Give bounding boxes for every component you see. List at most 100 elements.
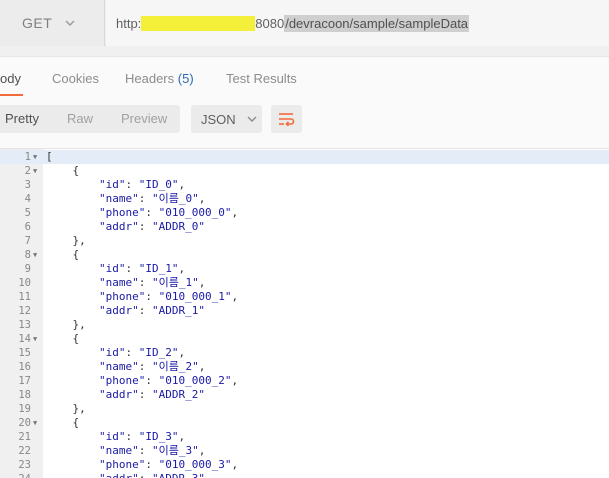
json-string: "name" — [98, 276, 139, 289]
tab-headers[interactable]: Headers (5) — [125, 57, 194, 97]
json-punctuation: , — [198, 444, 206, 457]
json-string: "name" — [98, 192, 139, 205]
code-text: { — [46, 332, 79, 346]
json-punctuation: }, — [46, 318, 86, 331]
code-text: "name": "이름_1", — [46, 276, 205, 290]
json-punctuation — [46, 206, 99, 219]
fold-toggle-icon[interactable]: ▼ — [33, 164, 37, 178]
json-punctuation: , — [178, 262, 186, 275]
json-punctuation: : — [125, 346, 139, 359]
tab-cookies[interactable]: Cookies — [52, 57, 99, 97]
json-punctuation — [46, 192, 99, 205]
json-string: "name" — [98, 444, 139, 457]
view-mode-preview[interactable]: Preview — [121, 105, 167, 133]
json-punctuation — [46, 276, 99, 289]
json-punctuation: , — [178, 178, 186, 191]
code-text: "phone": "010_000_3", — [46, 458, 238, 472]
tab-headers-label: Headers — [125, 71, 175, 86]
code-text: "phone": "010_000_1", — [46, 290, 238, 304]
code-line: 10 "name": "이름_1", — [0, 276, 609, 290]
tab-body[interactable]: ody — [0, 57, 23, 97]
code-line: 24 "addr": "ADDR_3" — [0, 472, 609, 478]
code-text: "name": "이름_3", — [46, 444, 205, 458]
code-line: 19 }, — [0, 402, 609, 416]
json-punctuation — [46, 346, 99, 359]
fold-toggle-icon[interactable]: ▼ — [33, 248, 37, 262]
code-line: 20 ▼ { — [0, 416, 609, 430]
json-string: "id" — [98, 346, 126, 359]
json-string: "name" — [98, 360, 139, 373]
code-line: 14 ▼ { — [0, 332, 609, 346]
chevron-down-icon — [247, 116, 257, 122]
code-line: 4 "name": "이름_0", — [0, 192, 609, 206]
code-text: "id": "ID_0", — [46, 178, 185, 192]
json-string: "ADDR_3" — [152, 472, 205, 478]
json-punctuation: , — [198, 276, 206, 289]
code-line: 8 ▼ { — [0, 248, 609, 262]
code-line: 5 "phone": "010_000_0", — [0, 206, 609, 220]
fold-toggle-icon[interactable]: ▼ — [33, 150, 37, 164]
view-mode-group: Pretty Raw Preview — [0, 105, 180, 133]
code-text: "id": "ID_3", — [46, 430, 185, 444]
fold-toggle-icon[interactable]: ▼ — [33, 416, 37, 430]
json-punctuation — [46, 430, 99, 443]
json-punctuation — [46, 458, 99, 471]
json-string: "addr" — [98, 388, 139, 401]
response-body-editor[interactable]: 1 ▼[2 ▼ {3 "id": "ID_0", 4 "name": "이름_0", 5… — [0, 148, 609, 478]
code-text: "id": "ID_2", — [46, 346, 185, 360]
view-mode-raw[interactable]: Raw — [67, 105, 93, 133]
json-punctuation: : — [145, 206, 159, 219]
line-number: 23 — [18, 459, 31, 471]
json-punctuation: }, — [46, 234, 86, 247]
url-input[interactable]: http: 8080/devracoon/sample/sampleData — [106, 0, 609, 46]
json-punctuation — [46, 444, 99, 457]
code-line: 2 ▼ { — [0, 164, 609, 178]
wrap-lines-icon — [278, 113, 294, 126]
tab-test-results[interactable]: Test Results — [226, 57, 297, 97]
code-line: 21 "id": "ID_3", — [0, 430, 609, 444]
json-string: "addr" — [99, 472, 139, 478]
view-mode-pretty[interactable]: Pretty — [5, 105, 39, 133]
json-punctuation: : — [145, 374, 159, 387]
tab-cookies-label: Cookies — [52, 71, 99, 86]
json-punctuation: : — [125, 262, 139, 275]
method-select[interactable]: GET — [0, 0, 105, 46]
line-number: 10 — [18, 277, 31, 289]
json-punctuation: , — [198, 192, 206, 205]
method-label: GET — [22, 15, 53, 31]
tab-body-label: ody — [0, 71, 21, 86]
code-text: }, — [46, 318, 86, 332]
json-string: "이름_1" — [151, 276, 199, 289]
line-number: 4 — [24, 193, 31, 205]
line-number: 11 — [18, 291, 31, 303]
json-punctuation — [46, 360, 99, 373]
code-text: "id": "ID_1", — [46, 262, 185, 276]
json-string: "addr" — [98, 220, 139, 233]
line-number: 24 — [0, 472, 31, 478]
line-number: 16 — [18, 361, 31, 373]
wrap-lines-button[interactable] — [271, 105, 302, 133]
json-string: "이름_2" — [151, 360, 199, 373]
json-punctuation: : — [138, 192, 152, 205]
line-number: 13 — [18, 319, 31, 331]
json-string: "phone" — [98, 458, 146, 471]
fold-toggle-icon[interactable]: ▼ — [33, 332, 37, 346]
format-select[interactable]: JSON — [191, 105, 262, 133]
json-string: "ID_3" — [138, 430, 179, 443]
json-string: "010_000_1" — [158, 290, 232, 303]
json-punctuation: [ — [46, 150, 53, 163]
code-line: 23 "phone": "010_000_3", — [0, 458, 609, 472]
code-text: { — [46, 248, 79, 262]
line-number: 9 — [24, 263, 31, 275]
code-text: }, — [46, 402, 85, 416]
json-string: "id" — [98, 262, 126, 275]
line-number: 6 — [24, 221, 31, 233]
json-punctuation: , — [231, 290, 239, 303]
code-text: }, — [46, 234, 86, 248]
response-tabs: ody Cookies Headers (5) Test Results — [0, 56, 609, 97]
request-bar: GET http: 8080/devracoon/sample/sampleDat… — [0, 0, 609, 46]
code-line: 1 ▼ [ — [0, 150, 609, 164]
line-number: 18 — [18, 389, 31, 401]
chevron-down-icon — [65, 20, 75, 26]
json-punctuation: : — [138, 388, 152, 401]
